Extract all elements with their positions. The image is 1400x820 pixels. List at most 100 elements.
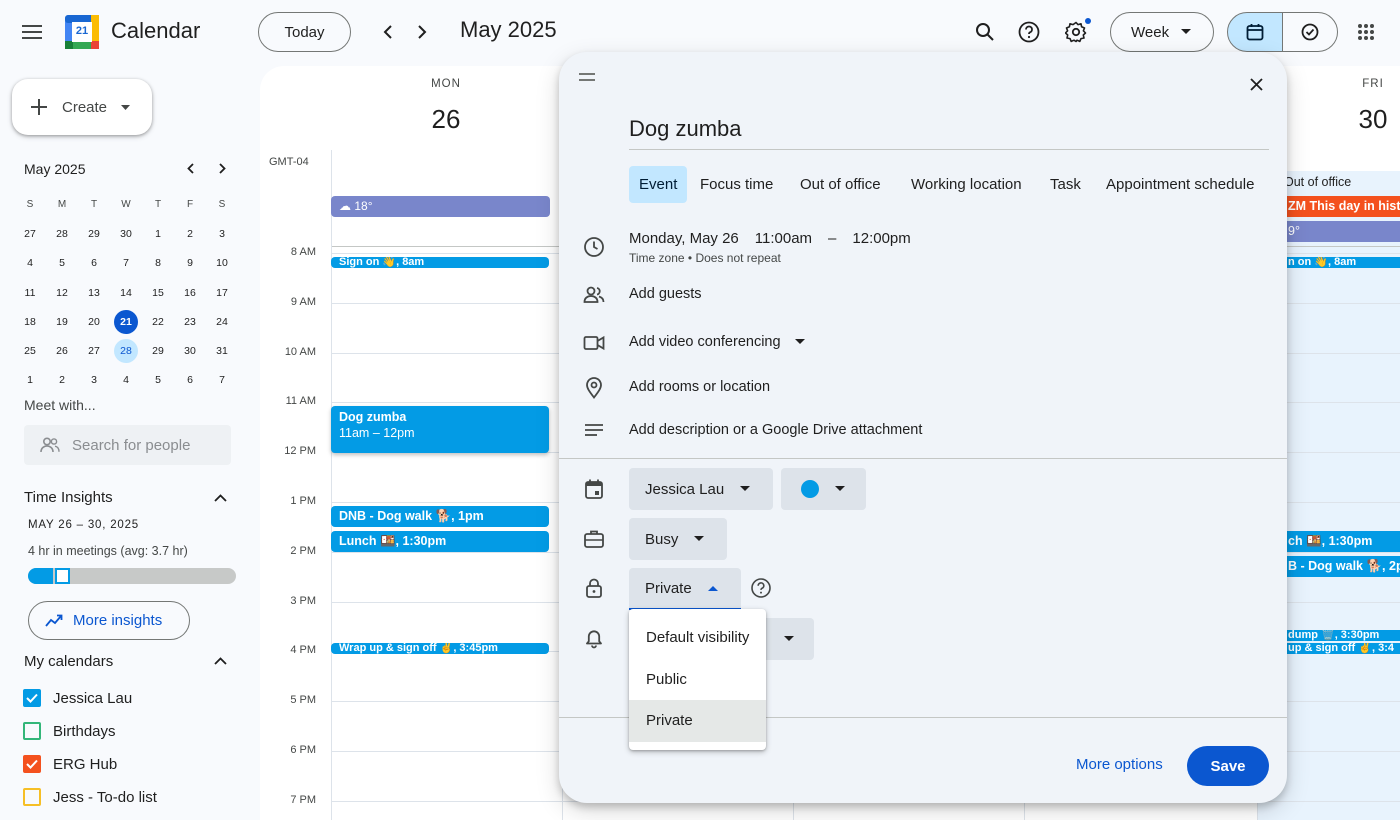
event-out-of-office-fri[interactable]: Out of office: [1284, 175, 1351, 189]
mini-day[interactable]: 14: [110, 278, 142, 307]
mini-day[interactable]: 9: [174, 249, 206, 278]
event-lunch-fri[interactable]: ch 🍱, 1:30pm: [1280, 531, 1400, 552]
event-lunch-mon[interactable]: Lunch 🍱, 1:30pm: [331, 531, 549, 552]
calendar-item[interactable]: Jess - To-do list: [23, 788, 157, 806]
mini-day[interactable]: 23: [174, 307, 206, 336]
drag-handle[interactable]: [579, 68, 597, 86]
calendar-item[interactable]: Jessica Lau: [23, 689, 132, 707]
calendar-item[interactable]: Birthdays: [23, 722, 116, 740]
save-button[interactable]: Save: [1187, 746, 1269, 786]
visibility-option-public[interactable]: Public: [629, 659, 766, 701]
mini-day[interactable]: 21: [110, 307, 142, 336]
calendar-logo[interactable]: 21: [65, 15, 99, 49]
mini-day[interactable]: 24: [206, 307, 238, 336]
type-tab-appointment-schedule[interactable]: Appointment schedule: [1096, 166, 1264, 203]
mini-day[interactable]: 1: [14, 366, 46, 395]
add-description-field[interactable]: Add description or a Google Drive attach…: [629, 422, 922, 438]
tasks-view-toggle[interactable]: [1282, 12, 1338, 52]
event-sign-on-mon[interactable]: Sign on 👋, 8am: [331, 257, 549, 268]
more-options-button[interactable]: More options: [1076, 756, 1163, 773]
event-title-input[interactable]: Dog zumba: [629, 116, 1269, 150]
event-datetime[interactable]: Monday, May 26 11:00am – 12:00pm: [629, 230, 911, 247]
settings-button[interactable]: [1056, 12, 1096, 52]
mini-day[interactable]: 16: [174, 278, 206, 307]
type-tab-working-location[interactable]: Working location: [901, 166, 1032, 203]
event-dnb-mon[interactable]: DNB - Dog walk 🐕, 1pm: [331, 506, 549, 527]
add-guests-field[interactable]: Add guests: [629, 286, 702, 302]
calendar-view-toggle[interactable]: [1227, 12, 1283, 52]
mini-day[interactable]: 28: [46, 219, 78, 248]
add-video-conferencing[interactable]: Add video conferencing: [629, 334, 805, 350]
mini-day[interactable]: 6: [174, 366, 206, 395]
my-calendars-collapse[interactable]: [210, 651, 230, 671]
mini-day[interactable]: 4: [110, 366, 142, 395]
mini-day[interactable]: 19: [46, 307, 78, 336]
event-date[interactable]: Monday, May 26: [629, 230, 739, 247]
help-button[interactable]: [1009, 12, 1049, 52]
event-sign-on-fri[interactable]: n on 👋, 8am: [1280, 257, 1400, 268]
mini-day[interactable]: 22: [142, 307, 174, 336]
visibility-option-default[interactable]: Default visibility: [629, 617, 766, 659]
type-tab-out-of-office[interactable]: Out of office: [790, 166, 891, 203]
event-start-time[interactable]: 11:00am: [755, 230, 812, 247]
search-button[interactable]: [965, 12, 1005, 52]
mini-day[interactable]: 8: [142, 249, 174, 278]
apps-button[interactable]: [1346, 12, 1386, 52]
main-menu-button[interactable]: [12, 12, 52, 52]
day-header-mon-num[interactable]: 26: [416, 104, 476, 135]
mini-day[interactable]: 15: [142, 278, 174, 307]
calendar-item[interactable]: ERG Hub: [23, 755, 117, 773]
mini-day[interactable]: 7: [110, 249, 142, 278]
mini-day[interactable]: 2: [174, 219, 206, 248]
more-insights-button[interactable]: More insights: [28, 601, 190, 640]
mini-day[interactable]: 30: [110, 219, 142, 248]
timezone-repeat-link[interactable]: Time zone • Does not repeat: [629, 251, 781, 265]
calendar-checkbox[interactable]: [23, 689, 41, 707]
mini-day[interactable]: 5: [46, 249, 78, 278]
close-button[interactable]: [1236, 64, 1276, 104]
type-tab-task[interactable]: Task: [1040, 166, 1091, 203]
mini-day[interactable]: 26: [46, 336, 78, 365]
today-button[interactable]: Today: [258, 12, 351, 52]
mini-day[interactable]: 12: [46, 278, 78, 307]
mini-day[interactable]: 30: [174, 336, 206, 365]
visibility-help-button[interactable]: [750, 577, 774, 601]
calendar-checkbox[interactable]: [23, 755, 41, 773]
add-location-field[interactable]: Add rooms or location: [629, 379, 770, 395]
mini-day[interactable]: 3: [78, 366, 110, 395]
mini-next-month[interactable]: [212, 158, 232, 178]
type-tab-event[interactable]: Event: [629, 166, 688, 203]
visibility-select[interactable]: Private: [629, 568, 741, 610]
mini-day[interactable]: 18: [14, 307, 46, 336]
event-zm-fri[interactable]: ZM This day in histo: [1280, 196, 1400, 217]
mini-day[interactable]: 2: [46, 366, 78, 395]
mini-day[interactable]: 3: [206, 219, 238, 248]
calendar-checkbox[interactable]: [23, 722, 41, 740]
mini-day[interactable]: 17: [206, 278, 238, 307]
event-dog-zumba[interactable]: Dog zumba 11am – 12pm: [331, 406, 549, 453]
mini-day[interactable]: 27: [14, 219, 46, 248]
view-selector[interactable]: Week: [1110, 12, 1214, 52]
mini-day[interactable]: 29: [142, 336, 174, 365]
create-button[interactable]: Create: [12, 79, 152, 135]
mini-day[interactable]: 11: [14, 278, 46, 307]
mini-day[interactable]: 31: [206, 336, 238, 365]
mini-day[interactable]: 1: [142, 219, 174, 248]
mini-day[interactable]: 20: [78, 307, 110, 336]
calendar-checkbox[interactable]: [23, 788, 41, 806]
calendar-owner-select[interactable]: Jessica Lau: [629, 468, 773, 510]
mini-day[interactable]: 27: [78, 336, 110, 365]
weather-chip-mon[interactable]: ☁ 18°: [331, 196, 550, 217]
event-end-time[interactable]: 12:00pm: [852, 230, 910, 247]
mini-day[interactable]: 25: [14, 336, 46, 365]
event-wrap-up-mon[interactable]: Wrap up & sign off ✌️, 3:45pm: [331, 643, 549, 654]
mini-day[interactable]: 4: [14, 249, 46, 278]
visibility-option-private[interactable]: Private: [629, 700, 766, 742]
mini-day[interactable]: 5: [142, 366, 174, 395]
mini-day[interactable]: 29: [78, 219, 110, 248]
mini-day[interactable]: 10: [206, 249, 238, 278]
availability-select[interactable]: Busy: [629, 518, 727, 560]
search-people-input[interactable]: Search for people: [24, 425, 231, 465]
next-week-button[interactable]: [402, 12, 442, 52]
type-tab-focus-time[interactable]: Focus time: [690, 166, 783, 203]
